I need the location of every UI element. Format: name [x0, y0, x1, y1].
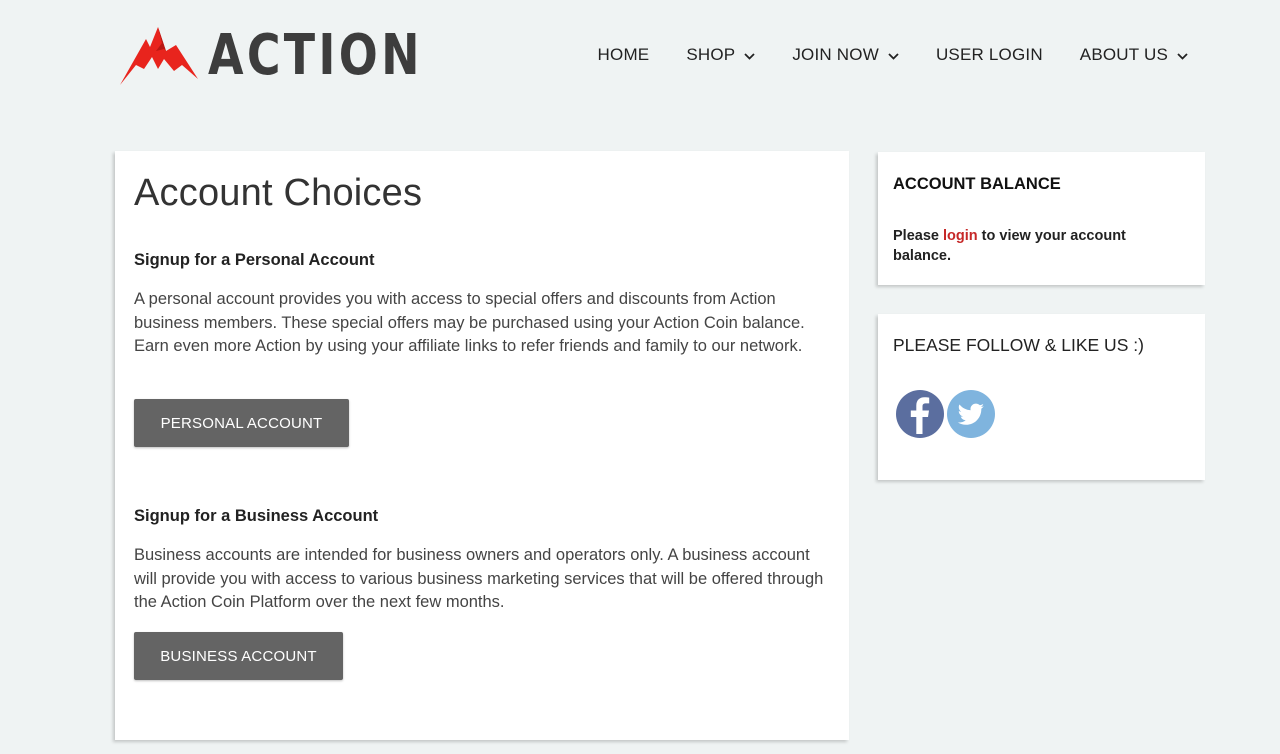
account-balance-title: ACCOUNT BALANCE — [893, 175, 1061, 193]
nav-home-label: HOME — [597, 45, 650, 64]
business-account-button[interactable]: BUSINESS ACCOUNT — [134, 632, 343, 680]
personal-account-button[interactable]: PERSONAL ACCOUNT — [134, 399, 349, 447]
personal-account-heading: Signup for a Personal Account — [134, 251, 375, 269]
chevron-down-icon — [888, 45, 899, 65]
account-balance-widget: ACCOUNT BALANCE Please login to view you… — [878, 152, 1205, 285]
nav-about-us[interactable]: ABOUT US — [1080, 44, 1188, 66]
follow-widget: PLEASE FOLLOW & LIKE US :) — [878, 314, 1205, 480]
nav-user-login-label: USER LOGIN — [935, 45, 1043, 64]
account-balance-text: Please login to view your account balanc… — [893, 226, 1183, 266]
main-nav: HOME SHOP JOIN NOW USER LOGIN ABOUT US — [561, 44, 1188, 66]
nav-shop-label: SHOP — [686, 45, 736, 64]
personal-account-description: A personal account provides you with acc… — [134, 290, 805, 355]
business-account-heading: Signup for a Business Account — [134, 507, 379, 525]
chevron-down-icon — [1177, 45, 1188, 65]
logo-text: ACTION — [208, 23, 423, 88]
balance-text-before: Please — [893, 228, 943, 244]
page-title: Account Choices — [134, 172, 423, 214]
follow-title: PLEASE FOLLOW & LIKE US :) — [893, 335, 1144, 355]
nav-about-us-label: ABOUT US — [1079, 45, 1168, 64]
account-choices-card: Account Choices Signup for a Personal Ac… — [115, 151, 849, 740]
site-logo[interactable]: ACTION — [118, 24, 470, 88]
nav-shop[interactable]: SHOP — [686, 44, 755, 66]
nav-home[interactable]: HOME — [598, 44, 650, 66]
facebook-icon[interactable] — [896, 390, 944, 438]
business-account-description: Business accounts are intended for busin… — [134, 546, 824, 611]
nav-join-now[interactable]: JOIN NOW — [792, 44, 899, 66]
site-header: ACTION HOME SHOP JOIN NOW USER LOGIN ABO… — [0, 0, 1280, 110]
chevron-down-icon — [744, 45, 755, 65]
nav-join-now-label: JOIN NOW — [792, 45, 879, 64]
login-link[interactable]: login — [943, 228, 978, 244]
nav-user-login[interactable]: USER LOGIN — [936, 44, 1043, 66]
twitter-icon[interactable] — [947, 390, 995, 438]
mountain-logo-icon — [120, 27, 198, 85]
